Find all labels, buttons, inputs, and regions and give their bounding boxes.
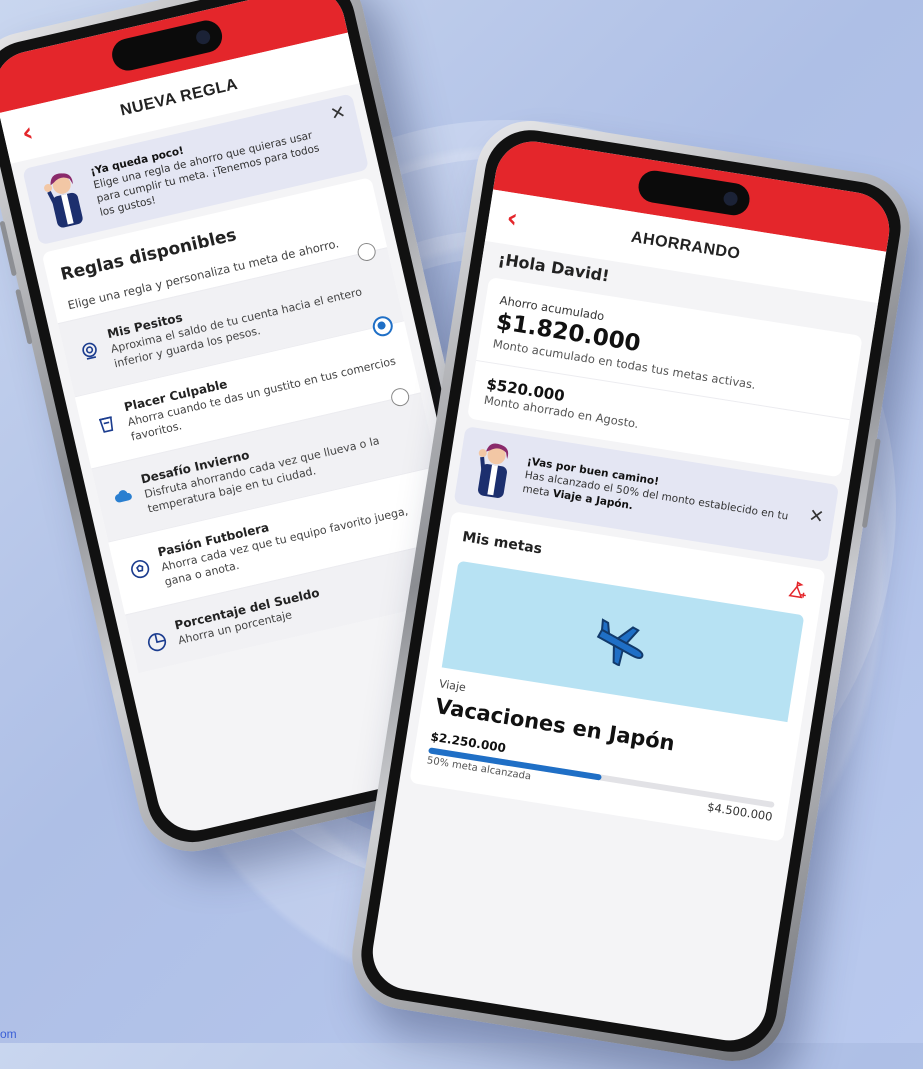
goals-card: Mis metas Viaje Vacaciones en Japón $2.2… <box>409 511 826 842</box>
assistant-avatar-icon <box>478 443 509 498</box>
back-chevron-icon[interactable]: ‹ <box>504 203 519 234</box>
assistant-avatar-icon <box>44 173 83 228</box>
rules-card: Reglas disponibles Elige una regla y per… <box>41 177 468 673</box>
close-icon[interactable]: ✕ <box>328 101 347 125</box>
coffee-cup-icon <box>98 415 114 433</box>
close-icon[interactable]: ✕ <box>807 505 825 528</box>
footer-text: om <box>0 1027 17 1041</box>
add-goal-flag-icon[interactable] <box>787 579 810 602</box>
page-title: AHORRANDO <box>629 228 742 263</box>
goals-title: Mis metas <box>461 529 544 558</box>
piggy-bank-icon <box>82 342 97 360</box>
dynamic-island <box>636 168 752 218</box>
cloud-icon <box>115 490 132 503</box>
page-title: NUEVA REGLA <box>118 75 240 120</box>
airplane-icon <box>596 618 644 667</box>
pie-chart-icon <box>147 632 167 651</box>
soccer-ball-icon <box>131 560 150 579</box>
back-chevron-icon[interactable]: ‹ <box>19 117 36 149</box>
